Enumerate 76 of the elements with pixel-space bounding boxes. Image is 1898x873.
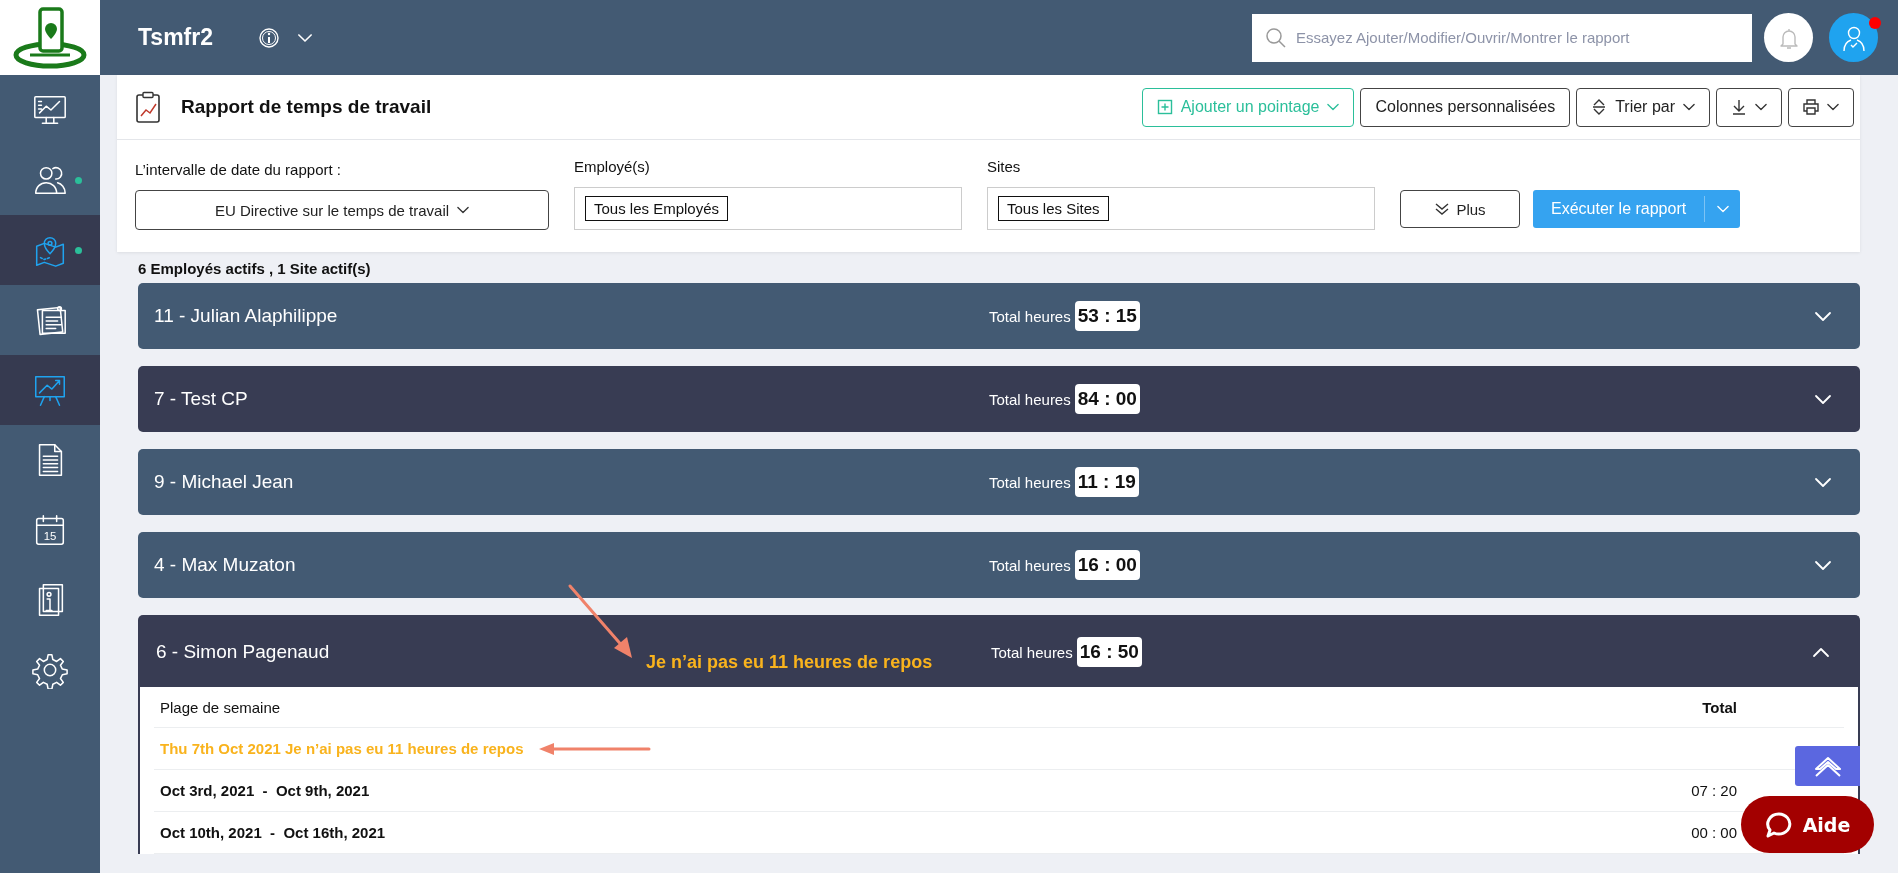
double-chevron-up-icon — [1812, 755, 1843, 777]
caret-icon — [1683, 103, 1695, 111]
logo-icon — [12, 4, 88, 71]
field-label: Employé(s) — [574, 158, 651, 175]
sidebar-item[interactable] — [0, 355, 100, 425]
employee-name: 9 - Michael Jean — [154, 471, 295, 493]
info-menu-button[interactable] — [258, 26, 312, 49]
download-icon — [1731, 99, 1747, 115]
print-button[interactable] — [1788, 87, 1854, 127]
expand-icon — [1814, 476, 1832, 488]
expand-icon — [1814, 559, 1832, 571]
total-hours: 11 : 19 — [1074, 467, 1139, 497]
avatar-button[interactable] — [1829, 13, 1878, 62]
table-cell-text: Oct 3rd, 2021 - Oct 9th, 2021 — [160, 782, 371, 799]
total-label: Total heures — [989, 307, 1071, 325]
download-button[interactable] — [1716, 87, 1782, 127]
caret-icon — [1827, 103, 1839, 111]
expand-icon — [1814, 310, 1832, 322]
table-cell-text: 00 : 00 — [1690, 824, 1737, 841]
employee-name: 11 - Julian Alaphilippe — [154, 305, 339, 327]
employee-row[interactable]: 9 - Michael Jean Total heures 11 : 19 — [138, 449, 1860, 515]
caret-icon — [1755, 103, 1767, 111]
summary-text: 6 Employés actifs , 1 Site actif(s) — [138, 260, 372, 277]
employee-select[interactable]: Tous les Employés — [574, 187, 962, 230]
date-range-dropdown[interactable]: EU Directive sur le temps de travail — [135, 190, 549, 230]
company-name: Tsmfr2 — [138, 24, 214, 51]
collapse-icon — [1812, 646, 1830, 658]
search-field[interactable]: Essayez Ajouter/Modifier/Ouvrir/Montrer le rapport — [1252, 13, 1752, 62]
page-title: Rapport de temps de travail — [181, 96, 432, 118]
expand-icon — [1814, 393, 1832, 405]
clipboard-chart-icon — [135, 91, 161, 123]
double-chevron-icon — [1434, 202, 1451, 216]
sort-icon — [1591, 99, 1608, 115]
search-icon — [1265, 26, 1287, 49]
column-header: Total — [1701, 698, 1737, 716]
sort-button[interactable]: Trier par — [1576, 87, 1710, 127]
printer-icon — [1803, 99, 1819, 115]
table-cell-text: Oct 10th, 2021 - Oct 16th, 2021 — [160, 824, 387, 841]
scroll-top-button[interactable] — [1795, 746, 1860, 786]
caret-icon — [1716, 205, 1729, 213]
employee-name: 7 - Test CP — [154, 388, 249, 410]
total-hours: 16 : 00 — [1074, 550, 1140, 580]
field-label: L’intervalle de date du rapport : — [135, 161, 342, 178]
employee-name: 4 - Max Muzaton — [154, 554, 297, 576]
total-label: Total heures — [989, 556, 1071, 574]
total-label: Total heures — [989, 390, 1071, 408]
more-button[interactable]: Plus — [1400, 190, 1520, 228]
info-icon — [258, 26, 280, 49]
total-label: Total heures — [991, 643, 1073, 661]
total-label: Total heures — [989, 473, 1071, 491]
annotation-text: Je n’ai pas eu 11 heures de repos — [646, 652, 991, 687]
notification-button[interactable] — [1764, 13, 1813, 62]
total-hours: 16 : 50 — [1076, 637, 1142, 667]
selected-tag[interactable]: Tous les Sites — [998, 196, 1109, 221]
chat-bubble-icon — [1764, 810, 1793, 839]
total-hours: 53 : 15 — [1074, 301, 1140, 331]
employee-row[interactable]: 4 - Max Muzaton Total heures 16 : 00 — [138, 532, 1860, 598]
site-select[interactable]: Tous les Sites — [987, 187, 1375, 230]
help-button[interactable]: Aide — [1741, 796, 1874, 853]
selected-tag[interactable]: Tous les Employés — [585, 196, 729, 221]
field-label: Sites — [987, 158, 1022, 175]
employee-row[interactable]: 11 - Julian Alaphilippe Total heures 53 : 15 — [138, 283, 1860, 349]
plus-box-icon — [1156, 99, 1173, 115]
caret-icon — [457, 206, 470, 214]
caret-icon — [1327, 103, 1340, 111]
employee-name: 6 - Simon Pagenaud — [156, 641, 331, 663]
sidebar-item[interactable] — [0, 215, 100, 285]
table-cell-text: 07 : 20 — [1690, 782, 1737, 799]
custom-columns-button[interactable]: Colonnes personnalisées — [1360, 87, 1571, 127]
settings-icon — [31, 651, 69, 689]
employee-row[interactable]: 7 - Test CP Total heures 84 : 00 — [138, 366, 1860, 432]
total-hours: 84 : 00 — [1074, 384, 1140, 414]
caret-icon — [298, 32, 312, 43]
sidebar-item[interactable]: 15 — [0, 495, 100, 565]
column-header: Plage de semaine — [160, 698, 282, 716]
warning-text: Thu 7th Oct 2021 Je n’ai pas eu 11 heures de repos — [160, 740, 524, 757]
